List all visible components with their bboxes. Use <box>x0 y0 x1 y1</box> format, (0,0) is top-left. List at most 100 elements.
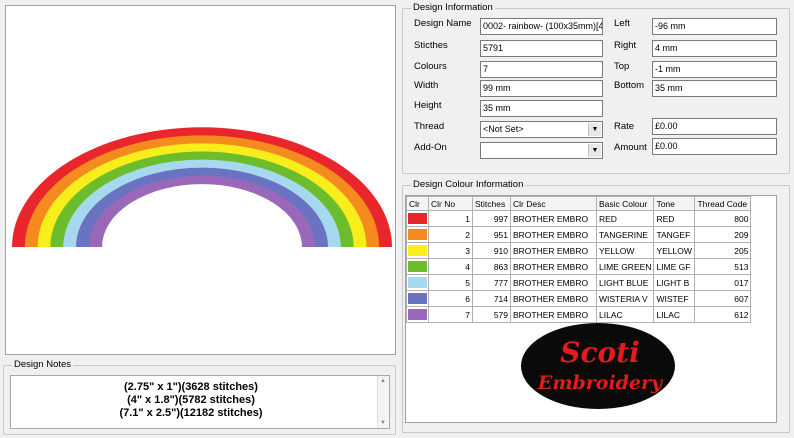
notes-scrollbar[interactable]: ▲ ▼ <box>377 376 389 428</box>
design-name-label: Design Name <box>414 18 472 29</box>
thread-code-cell: 800 <box>694 210 752 227</box>
logo-image: Scoti Embroidery <box>521 323 675 409</box>
left-field[interactable]: -96 mm <box>652 18 777 35</box>
colour-swatch-cell <box>406 290 429 307</box>
design-notes-textarea[interactable]: (2.75" x 1")(3628 stitches) (4" x 1.8")(… <box>10 375 390 429</box>
stitches-cell: 863 <box>472 258 511 275</box>
top-label: Top <box>614 61 630 72</box>
colour-swatch-cell <box>406 274 429 291</box>
colour-swatch <box>408 213 427 224</box>
notes-line: (7.1" x 2.5")(12182 stitches) <box>119 407 263 419</box>
tone-cell: WISTEF <box>653 290 696 307</box>
clr-desc-cell: BROTHER EMBRO <box>510 242 597 259</box>
right-label: Right <box>614 40 637 51</box>
thread-select-value: <Not Set> <box>483 124 524 134</box>
rainbow-design-image <box>12 127 392 247</box>
clr-no-cell: 2 <box>428 226 473 243</box>
stitches-field[interactable]: 5791 <box>480 40 603 57</box>
clr-desc-cell: BROTHER EMBRO <box>510 226 597 243</box>
tone-cell: RED <box>653 210 696 227</box>
clr-no-cell: 6 <box>428 290 473 307</box>
colour-swatch-cell <box>406 242 429 259</box>
clr-desc-cell: BROTHER EMBRO <box>510 290 597 307</box>
design-name-field[interactable]: 0002- rainbow- (100x35mm)[4x <box>480 18 603 35</box>
addon-select[interactable]: ▼ <box>480 142 603 159</box>
colour-row[interactable]: 3 910 BROTHER EMBRO YELLOW YELLOW 205 <box>406 242 752 259</box>
clr-desc-cell: BROTHER EMBRO <box>510 210 597 227</box>
basic-colour-cell: RED <box>595 210 655 227</box>
thread-code-cell: 017 <box>694 274 752 291</box>
colour-row[interactable]: 7 579 BROTHER EMBRO LILAC LILAC 612 <box>406 306 752 323</box>
width-field[interactable]: 99 mm <box>480 80 603 97</box>
tone-cell: YELLOW <box>653 242 696 259</box>
column-header-clr[interactable]: Clr <box>406 196 429 211</box>
colour-swatch-cell <box>406 226 429 243</box>
thread-code-cell: 607 <box>694 290 752 307</box>
colour-swatch <box>408 293 427 304</box>
addon-label: Add-On <box>414 142 447 153</box>
tone-cell: LILAC <box>653 306 696 323</box>
height-label: Height <box>414 100 442 111</box>
rate-label: Rate <box>614 121 635 132</box>
logo-text-scoti: Scoti <box>560 336 640 369</box>
tone-cell: LIME GF <box>653 258 696 275</box>
top-field[interactable]: -1 mm <box>652 61 777 78</box>
colour-row[interactable]: 5 777 BROTHER EMBRO LIGHT BLUE LIGHT B 017 <box>406 274 752 291</box>
stitches-label: Sticthes <box>414 40 448 51</box>
thread-code-cell: 513 <box>694 258 752 275</box>
clr-no-cell: 3 <box>428 242 473 259</box>
basic-colour-cell: YELLOW <box>595 242 655 259</box>
column-header-clr-desc[interactable]: Clr Desc <box>510 196 597 211</box>
chevron-down-icon[interactable]: ▼ <box>588 144 601 157</box>
right-field[interactable]: 4 mm <box>652 40 777 57</box>
clr-desc-cell: BROTHER EMBRO <box>510 258 597 275</box>
amount-label: Amount <box>614 142 647 153</box>
colour-swatch <box>408 309 427 320</box>
design-preview[interactable] <box>5 5 396 355</box>
notes-line: (4" x 1.8")(5782 stitches) <box>127 394 255 406</box>
colour-swatch-cell <box>406 258 429 275</box>
thread-code-cell: 209 <box>694 226 752 243</box>
rate-field[interactable]: £0.00 <box>652 118 777 135</box>
column-header-tone[interactable]: Tone <box>653 196 696 211</box>
basic-colour-cell: WISTERIA V <box>595 290 655 307</box>
stitches-cell: 951 <box>472 226 511 243</box>
column-header-clr-no[interactable]: Clr No <box>428 196 473 211</box>
colours-label: Colours <box>414 61 447 72</box>
scroll-down-icon[interactable]: ▼ <box>380 419 386 427</box>
height-field[interactable]: 35 mm <box>480 100 603 117</box>
notes-line: (2.75" x 1")(3628 stitches) <box>124 381 258 393</box>
chevron-down-icon[interactable]: ▼ <box>588 123 601 136</box>
colour-swatch <box>408 277 427 288</box>
stitches-cell: 997 <box>472 210 511 227</box>
scroll-up-icon[interactable]: ▲ <box>380 377 386 385</box>
bottom-field[interactable]: 35 mm <box>652 80 777 97</box>
design-notes-title: Design Notes <box>12 359 74 371</box>
clr-no-cell: 5 <box>428 274 473 291</box>
clr-no-cell: 1 <box>428 210 473 227</box>
thread-code-cell: 205 <box>694 242 752 259</box>
colour-row[interactable]: 1 997 BROTHER EMBRO RED RED 800 <box>406 210 752 227</box>
thread-select[interactable]: <Not Set> ▼ <box>480 121 603 138</box>
thread-code-cell: 612 <box>694 306 752 323</box>
column-header-stitches[interactable]: Stitches <box>472 196 511 211</box>
clr-desc-cell: BROTHER EMBRO <box>510 274 597 291</box>
design-information-title: Design Information <box>411 2 495 14</box>
colour-swatch <box>408 245 427 256</box>
stitches-cell: 910 <box>472 242 511 259</box>
colour-row[interactable]: 2 951 BROTHER EMBRO TANGERINE TANGEF 209 <box>406 226 752 243</box>
colour-table[interactable]: Clr Clr No Stitches Clr Desc Basic Colou… <box>406 196 752 323</box>
clr-desc-cell: BROTHER EMBRO <box>510 306 597 323</box>
colour-swatch <box>408 261 427 272</box>
colours-field[interactable]: 7 <box>480 61 603 78</box>
design-colour-information-title: Design Colour Information <box>411 179 526 191</box>
bottom-label: Bottom <box>614 80 645 91</box>
column-header-basic-colour[interactable]: Basic Colour <box>595 196 655 211</box>
stitches-cell: 579 <box>472 306 511 323</box>
colour-swatch <box>408 229 427 240</box>
left-label: Left <box>614 18 630 29</box>
column-header-thread-code[interactable]: Thread Code <box>694 196 752 211</box>
amount-field[interactable]: £0.00 <box>652 138 777 155</box>
colour-row[interactable]: 4 863 BROTHER EMBRO LIME GREEN LIME GF 513 <box>406 258 752 275</box>
colour-row[interactable]: 6 714 BROTHER EMBRO WISTERIA V WISTEF 607 <box>406 290 752 307</box>
